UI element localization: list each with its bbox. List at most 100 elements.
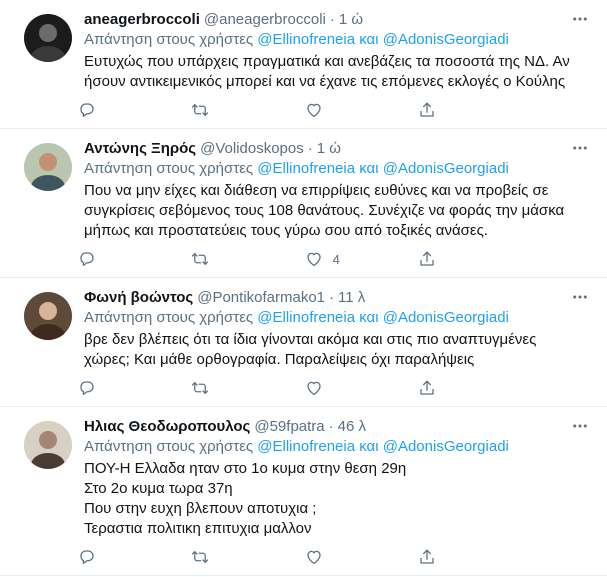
reply-feed: aneagerbroccoli @aneagerbroccoli · 1 ώ Α…: [0, 0, 607, 576]
display-name[interactable]: Ηλιας Θεοδωροπουλος: [84, 417, 250, 437]
retweet-button[interactable]: [191, 379, 281, 397]
reply-button[interactable]: [78, 101, 168, 119]
mention-link[interactable]: @Ellinofreneia: [257, 31, 355, 48]
replying-to: Απάντηση στους χρήστες @Ellinofreneia κα…: [84, 30, 591, 50]
tweet-text: Ευτυχώς που υπάρχεις πραγματικά και ανεβ…: [84, 52, 591, 92]
tweet-text-line: Ευτυχώς που υπάρχεις πραγματικά και ανεβ…: [84, 53, 570, 70]
timestamp[interactable]: 46 λ: [338, 417, 366, 437]
tweet-header: aneagerbroccoli @aneagerbroccoli · 1 ώ: [84, 10, 591, 30]
user-handle[interactable]: @aneagerbroccoli: [204, 10, 326, 30]
mention-conjunction[interactable]: και: [359, 309, 378, 326]
display-name[interactable]: aneagerbroccoli: [84, 10, 200, 30]
like-count: 4: [332, 251, 340, 267]
mention-link[interactable]: @Ellinofreneia: [257, 160, 355, 177]
timestamp[interactable]: 1 ώ: [339, 10, 363, 30]
mention-link[interactable]: @AdonisGeorgiadi: [383, 31, 509, 48]
avatar-image: [24, 14, 72, 62]
retweet-icon: [192, 253, 209, 265]
timestamp[interactable]: 11 λ: [338, 288, 365, 308]
mention-link[interactable]: @Ellinofreneia: [257, 309, 355, 326]
more-options-button[interactable]: [569, 10, 591, 28]
share-icon: [420, 380, 434, 395]
separator-dot: ·: [307, 140, 313, 157]
reply-icon: [80, 103, 94, 117]
reply-button[interactable]: [78, 548, 168, 566]
tweet-text-line: Που να μην είχες και διάθεση να επιρρίψε…: [84, 182, 549, 199]
tweet-header: Φωνή βοώντος @Pontikofarmako1 · 11 λ: [84, 288, 591, 308]
separator-dot: ·: [329, 289, 335, 306]
avatar[interactable]: [24, 14, 72, 62]
user-handle[interactable]: @Pontikofarmako1: [197, 288, 325, 308]
like-button[interactable]: 4: [305, 250, 395, 268]
retweet-button[interactable]: [191, 548, 281, 566]
tweet[interactable]: Φωνή βοώντος @Pontikofarmako1 · 11 λ Απά…: [0, 278, 607, 407]
tweet-text: βρε δεν βλέπεις ότι τα ίδια γίνονται ακό…: [84, 330, 591, 370]
tweet-text-line: Που στην ευχη βλεπουν αποτυχια ;: [84, 500, 317, 517]
tweet[interactable]: aneagerbroccoli @aneagerbroccoli · 1 ώ Α…: [0, 0, 607, 129]
replying-to: Απάντηση στους χρήστες @Ellinofreneia κα…: [84, 159, 591, 179]
mention-link[interactable]: @AdonisGeorgiadi: [383, 438, 509, 455]
tweet-text-line: ήσουν αντικειμενικός μπορεί και να έχανε…: [84, 73, 566, 90]
tweet-text-line: μήπως και προστατεύεις τους γύρω σου από…: [84, 222, 488, 239]
tweet-text-line: βρε δεν βλέπεις ότι τα ίδια γίνονται ακό…: [84, 331, 537, 348]
reply-icon: [80, 381, 94, 395]
replying-to: Απάντηση στους χρήστες @Ellinofreneia κα…: [84, 308, 591, 328]
tweet[interactable]: Αντώνης Ξηρός @Volidoskopos · 1 ώ Απάντη…: [0, 129, 607, 278]
like-button[interactable]: [305, 101, 395, 119]
share-icon: [420, 251, 434, 266]
mention-conjunction[interactable]: και: [359, 438, 378, 455]
more-options-button[interactable]: [569, 139, 591, 157]
mention-conjunction[interactable]: και: [359, 31, 378, 48]
reply-prefix: Απάντηση στους χρήστες: [84, 160, 254, 177]
mention-link[interactable]: @AdonisGeorgiadi: [383, 309, 509, 326]
separator-dot: ·: [329, 11, 335, 28]
tweet-text: ΠΟΥ-Η Ελλαδα ηταν στο 1ο κυμα στην θεση …: [84, 459, 591, 539]
mention-link[interactable]: @Ellinofreneia: [257, 438, 355, 455]
tweet-actions: [78, 539, 508, 575]
tweet-actions: [78, 92, 508, 128]
reply-prefix: Απάντηση στους χρήστες: [84, 438, 254, 455]
share-icon: [420, 549, 434, 564]
tweet-text-line: ΠΟΥ-Η Ελλαδα ηταν στο 1ο κυμα στην θεση …: [84, 460, 407, 477]
avatar-image: [24, 143, 72, 191]
heart-icon: [307, 252, 321, 267]
tweet-actions: 4: [78, 241, 508, 277]
more-icon: [573, 424, 587, 428]
share-button[interactable]: [418, 250, 508, 268]
avatar[interactable]: [24, 292, 72, 340]
more-icon: [573, 295, 587, 299]
tweet-header: Αντώνης Ξηρός @Volidoskopos · 1 ώ: [84, 139, 591, 159]
display-name[interactable]: Φωνή βοώντος: [84, 288, 193, 308]
avatar[interactable]: [24, 143, 72, 191]
replying-to: Απάντηση στους χρήστες @Ellinofreneia κα…: [84, 437, 591, 457]
tweet[interactable]: Ηλιας Θεοδωροπουλος @59fpatra · 46 λ Απά…: [0, 407, 607, 576]
share-button[interactable]: [418, 379, 508, 397]
more-icon: [573, 17, 587, 21]
timestamp[interactable]: 1 ώ: [317, 139, 341, 159]
tweet-text-line: χώρες; Και μάθε ορθογραφία. Παραλείψεις …: [84, 351, 475, 368]
reply-button[interactable]: [78, 250, 168, 268]
more-options-button[interactable]: [569, 288, 591, 306]
mention-conjunction[interactable]: και: [359, 160, 378, 177]
retweet-button[interactable]: [191, 250, 281, 268]
like-button[interactable]: [305, 379, 395, 397]
share-icon: [420, 102, 434, 117]
reply-button[interactable]: [78, 379, 168, 397]
more-options-button[interactable]: [569, 417, 591, 435]
avatar-image: [24, 292, 72, 340]
avatar[interactable]: [24, 421, 72, 469]
tweet-actions: [78, 370, 508, 406]
user-handle[interactable]: @59fpatra: [254, 417, 324, 437]
display-name[interactable]: Αντώνης Ξηρός: [84, 139, 196, 159]
tweet-text-line: συγκρίσεις σεβόμενος τους 108 θανάτους. …: [84, 202, 565, 219]
user-handle[interactable]: @Volidoskopos: [200, 139, 304, 159]
share-button[interactable]: [418, 548, 508, 566]
like-button[interactable]: [305, 548, 395, 566]
reply-prefix: Απάντηση στους χρήστες: [84, 31, 254, 48]
share-button[interactable]: [418, 101, 508, 119]
avatar-image: [24, 421, 72, 469]
retweet-button[interactable]: [191, 101, 281, 119]
tweet-header: Ηλιας Θεοδωροπουλος @59fpatra · 46 λ: [84, 417, 591, 437]
mention-link[interactable]: @AdonisGeorgiadi: [383, 160, 509, 177]
retweet-icon: [192, 104, 209, 116]
